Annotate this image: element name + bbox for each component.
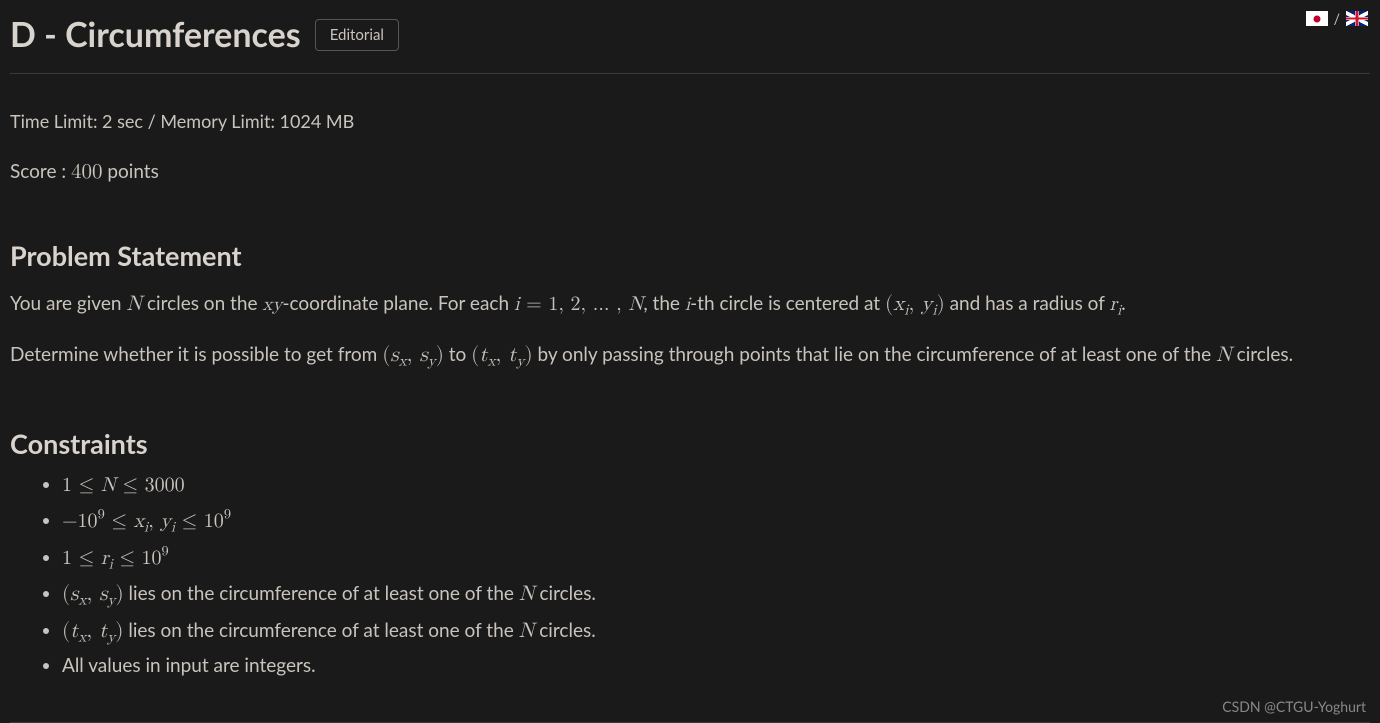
text: to — [444, 343, 471, 366]
score-suffix: points — [102, 160, 158, 183]
limits-text: Time Limit: 2 sec / Memory Limit: 1024 M… — [10, 110, 1370, 132]
language-switch: / — [1306, 10, 1368, 27]
math-ri: ri — [1109, 294, 1121, 314]
score-prefix: Score : — [10, 160, 71, 183]
constraint-6: All values in input are integers. — [62, 650, 1370, 682]
flag-jp-icon[interactable] — [1306, 11, 1328, 26]
text: circles. — [534, 619, 595, 642]
constraint-4: (sx, sy) lies on the circumference of at… — [62, 577, 1370, 613]
math-N: N — [1216, 345, 1232, 366]
text: by only passing through points that lie … — [533, 343, 1216, 366]
text: Determine whether it is possible to get … — [10, 343, 382, 366]
editorial-button[interactable]: Editorial — [315, 19, 399, 51]
text: -th circle is centered at — [690, 292, 885, 315]
math-txty: (tx, ty) — [471, 345, 532, 366]
text: and has a radius of — [945, 292, 1110, 315]
text: circles. — [1232, 343, 1293, 366]
problem-p2: Determine whether it is possible to get … — [10, 339, 1370, 374]
text: lies on the circumference of at least on… — [124, 582, 519, 605]
math-i-eq: i = 1, 2, … , N — [514, 294, 643, 314]
constraints-list: 1 ≤ N ≤ 3000 −109 ≤ xi, yi ≤ 109 1 ≤ ri … — [10, 468, 1370, 682]
text: lies on the circumference of at least on… — [123, 619, 518, 642]
text: -coordinate plane. For each — [282, 292, 513, 315]
constraint-2: −109 ≤ xi, yi ≤ 109 — [62, 502, 1370, 539]
math-N: N — [519, 621, 535, 642]
flag-uk-icon[interactable] — [1346, 11, 1368, 26]
watermark: CSDN @CTGU-Yoghurt — [1222, 698, 1366, 715]
constraint-1: 1 ≤ N ≤ 3000 — [62, 468, 1370, 502]
math-sxsy: (sx, sy) — [382, 345, 444, 366]
math-N: N — [519, 584, 535, 605]
problem-title: D - Circumferences — [10, 14, 301, 55]
problem-p1: You are given N circles on the xy-coordi… — [10, 288, 1370, 323]
constraints-heading: Constraints — [10, 427, 1370, 460]
text: circles on the — [142, 292, 262, 315]
constraint-5: (tx, ty) lies on the circumference of at… — [62, 614, 1370, 650]
constraint-3: 1 ≤ ri ≤ 109 — [62, 540, 1370, 577]
text: , the — [643, 292, 685, 315]
problem-statement-heading: Problem Statement — [10, 239, 1370, 272]
math-xy: xy — [262, 295, 282, 314]
text: circles. — [535, 582, 596, 605]
text: You are given — [10, 292, 126, 315]
math-N: N — [126, 294, 142, 315]
score-text: Score : 400 points — [10, 160, 1370, 185]
text: . — [1121, 292, 1125, 315]
math-xiyi: (xi, yi) — [885, 294, 945, 315]
flag-separator: / — [1334, 10, 1340, 27]
score-value: 400 — [71, 162, 103, 183]
